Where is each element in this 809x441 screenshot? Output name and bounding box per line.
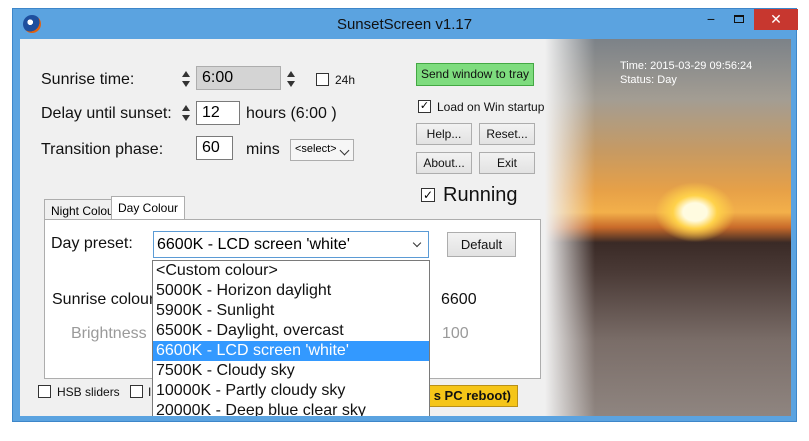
send-to-tray-button[interactable]: Send window to tray [416, 63, 534, 86]
hsb-sliders-label: HSB sliders [57, 385, 120, 399]
preset-option-20000k[interactable]: 20000K - Deep blue clear sky [153, 401, 429, 416]
running-checkbox[interactable]: ✓ [421, 188, 435, 202]
delay-spinner[interactable] [181, 102, 191, 126]
delay-hours-unit: hours (6:00 ) [246, 105, 337, 122]
photo-fade [545, 39, 595, 416]
day-preset-value: 6600K - LCD screen 'white' [157, 236, 350, 253]
maximize-button[interactable] [726, 9, 752, 30]
about-button[interactable]: About... [416, 152, 472, 174]
sunrise-time-field[interactable]: 6:00 [196, 66, 281, 90]
close-button[interactable]: ✕ [754, 9, 798, 30]
window-title: SunsetScreen v1.17 [336, 16, 473, 33]
photo-status-overlay: Time: 2015-03-29 09:56:24 Status: Day [620, 59, 752, 87]
sunrise-time-label: Sunrise time: [41, 71, 135, 88]
brightness-value: 100 [442, 325, 469, 342]
current-status-text: Status: Day [620, 74, 677, 86]
24h-label: 24h [335, 73, 356, 87]
spin-up-icon [287, 71, 295, 77]
sunrise-colour-value: 6600 [441, 291, 477, 308]
brightness-label: Brightness [71, 325, 147, 342]
help-button[interactable]: Help... [416, 123, 472, 145]
reboot-notice-badge: s PC reboot) [428, 385, 518, 407]
sunrise-colour-label: Sunrise colour [52, 291, 155, 308]
reset-button[interactable]: Reset... [479, 123, 535, 145]
day-preset-dropdown[interactable]: 6600K - LCD screen 'white' [153, 231, 429, 258]
default-button[interactable]: Default [447, 232, 516, 257]
sunrise-spinner-left[interactable] [181, 68, 191, 92]
minimize-button[interactable]: − [698, 9, 724, 30]
preset-option-7500k[interactable]: 7500K - Cloudy sky [153, 361, 429, 381]
spin-up-icon [182, 105, 190, 111]
day-preset-options-list[interactable]: <Custom colour> 5000K - Horizon daylight… [152, 260, 430, 416]
client-area: Time: 2015-03-29 09:56:24 Status: Day Su… [20, 39, 791, 416]
spin-up-icon [182, 71, 190, 77]
hsb-sliders-checkbox[interactable] [38, 385, 51, 398]
preset-option-5000k[interactable]: 5000K - Horizon daylight [153, 281, 429, 301]
preset-option-6500k[interactable]: 6500K - Daylight, overcast [153, 321, 429, 341]
preset-option-custom[interactable]: <Custom colour> [153, 261, 429, 281]
chevron-down-icon [339, 145, 350, 156]
spin-down-icon [287, 81, 295, 87]
transition-mins-field[interactable]: 60 [196, 136, 233, 160]
tab-day-colour[interactable]: Day Colour [111, 196, 186, 220]
running-label: Running [443, 184, 518, 206]
transition-select[interactable]: <select> [290, 139, 354, 161]
spin-down-icon [182, 81, 190, 87]
app-window: SunsetScreen v1.17 − ✕ Time: 2015-03-29 … [12, 8, 798, 422]
maximize-icon [734, 15, 744, 24]
load-on-startup-label: Load on Win startup [437, 100, 545, 114]
transition-label: Transition phase: [41, 141, 164, 158]
delay-label: Delay until sunset: [41, 105, 172, 122]
spin-down-icon [182, 115, 190, 121]
exit-button[interactable]: Exit [479, 152, 535, 174]
preset-option-6600k[interactable]: 6600K - LCD screen 'white' [153, 341, 429, 361]
preset-option-5900k[interactable]: 5900K - Sunlight [153, 301, 429, 321]
preset-option-10000k[interactable]: 10000K - Partly cloudy sky [153, 381, 429, 401]
sunrise-spinner-right[interactable] [286, 68, 296, 92]
24h-checkbox[interactable] [316, 73, 329, 86]
chevron-down-icon [412, 238, 422, 248]
delay-hours-field[interactable]: 12 [196, 101, 240, 125]
second-option-checkbox[interactable] [130, 385, 143, 398]
transition-select-value: <select> [295, 143, 337, 155]
day-preset-label: Day preset: [51, 235, 133, 252]
load-on-startup-checkbox[interactable]: ✓ [418, 100, 431, 113]
transition-mins-unit: mins [246, 141, 280, 158]
title-bar[interactable]: SunsetScreen v1.17 − ✕ [13, 9, 798, 39]
current-time-text: Time: 2015-03-29 09:56:24 [620, 60, 753, 72]
